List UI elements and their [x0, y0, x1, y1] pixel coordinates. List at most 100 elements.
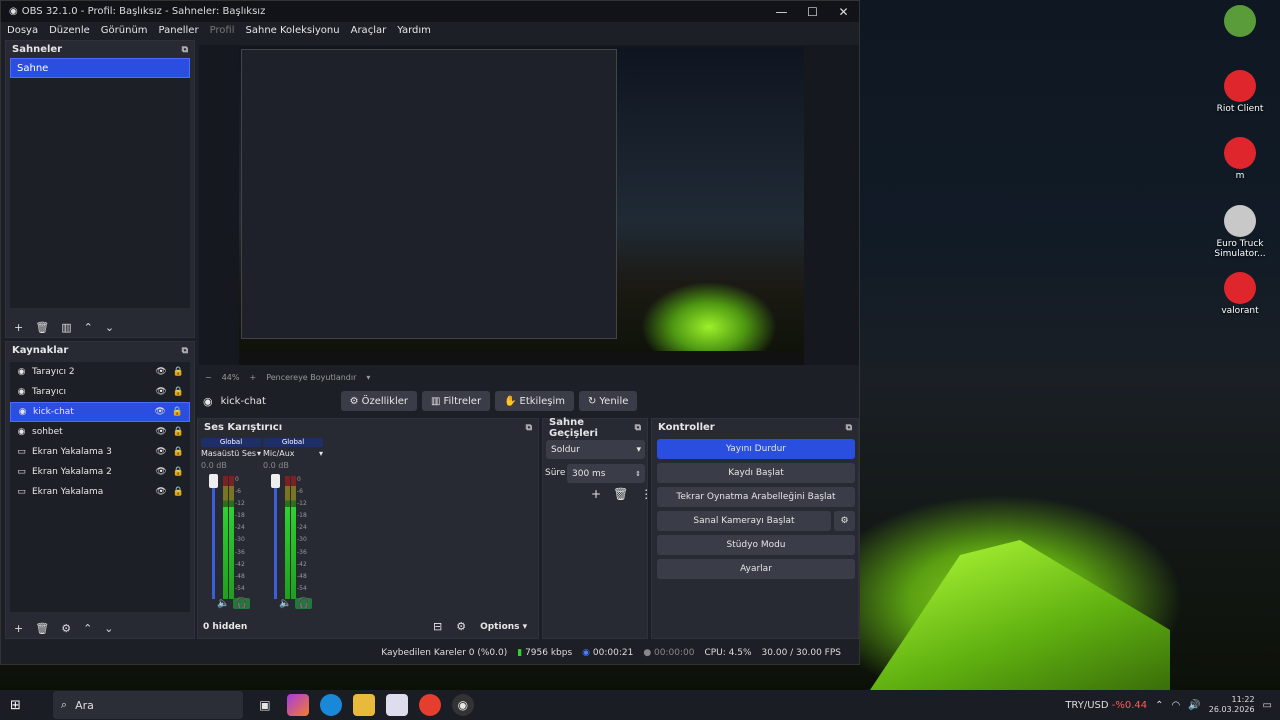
start-replay-buffer-button[interactable]: Tekrar Oynatma Arabelleğini Başlat: [657, 487, 855, 507]
menu-view[interactable]: Görünüm: [101, 25, 148, 36]
copilot-icon[interactable]: [286, 694, 309, 716]
source-item[interactable]: ◉ kick-chat 👁 🔒: [10, 402, 190, 422]
trash-icon[interactable]: 🗑: [613, 487, 628, 501]
lock-icon[interactable]: 🔒: [173, 427, 184, 437]
speaker-icon[interactable]: 🔈: [279, 598, 291, 609]
explorer-icon[interactable]: [352, 694, 375, 716]
start-virtual-camera-button[interactable]: Sanal Kamerayı Başlat: [657, 511, 831, 531]
volume-slider[interactable]: [274, 476, 277, 599]
float-icon[interactable]: ⧉: [182, 45, 188, 55]
volume-knob[interactable]: [209, 474, 218, 488]
volume-icon[interactable]: 🔊: [1188, 700, 1200, 711]
volume-knob[interactable]: [271, 474, 280, 488]
eye-icon[interactable]: 👁: [155, 487, 166, 497]
eye-icon[interactable]: 👁: [155, 387, 166, 397]
add-icon[interactable]: +: [591, 487, 601, 501]
down-icon[interactable]: ⌄: [104, 622, 113, 635]
properties-button[interactable]: ⚙ Özellikler: [340, 391, 418, 411]
preview-canvas[interactable]: [199, 45, 859, 365]
source-item[interactable]: ▭ Ekran Yakalama 👁 🔒: [10, 482, 190, 502]
desktop-icon[interactable]: m: [1205, 137, 1275, 181]
wifi-icon[interactable]: ◠: [1172, 700, 1181, 711]
eye-icon[interactable]: 👁: [155, 447, 166, 457]
source-item[interactable]: ▭ Ekran Yakalama 3 👁 🔒: [10, 442, 190, 462]
lock-icon[interactable]: 🔒: [173, 487, 184, 497]
source-item[interactable]: ▭ Ekran Yakalama 2 👁 🔒: [10, 462, 190, 482]
headphones-icon[interactable]: 🎧: [233, 598, 250, 609]
filter-icon[interactable]: ▥: [61, 321, 71, 334]
task-view-icon[interactable]: ▣: [254, 694, 276, 716]
notification-icon[interactable]: ▭: [1263, 700, 1272, 711]
settings-button[interactable]: Ayarlar: [657, 559, 855, 579]
chevron-down-icon[interactable]: ▾: [366, 373, 370, 382]
source-item[interactable]: ◉ sohbet 👁 🔒: [10, 422, 190, 442]
currency-widget[interactable]: TRY/USD -%0.44: [1065, 700, 1147, 711]
scene-item[interactable]: Sahne: [10, 58, 190, 78]
trash-icon[interactable]: 🗑: [35, 622, 49, 635]
float-icon[interactable]: ⧉: [182, 346, 188, 356]
spin-arrows-icon[interactable]: ⇕: [635, 470, 641, 478]
down-icon[interactable]: ⌄: [105, 321, 114, 334]
windows-start-icon[interactable]: ⊞: [10, 698, 21, 713]
add-icon[interactable]: +: [14, 321, 23, 334]
menu-docks[interactable]: Paneller: [159, 25, 199, 36]
menu-edit[interactable]: Düzenle: [49, 25, 90, 36]
source-item[interactable]: ◉ Tarayıcı 2 👁 🔒: [10, 362, 190, 382]
channel-name-row[interactable]: Masaüstü Ses ▾: [201, 449, 261, 458]
desktop-icon[interactable]: Euro Truck Simulator...: [1205, 205, 1275, 259]
float-icon[interactable]: ⧉: [526, 423, 532, 433]
lock-icon[interactable]: 🔒: [172, 407, 183, 417]
maximize-button[interactable]: ☐: [797, 5, 828, 19]
up-icon[interactable]: ⌃: [84, 321, 93, 334]
layout-icon[interactable]: ⊟: [433, 620, 442, 633]
lock-icon[interactable]: 🔒: [173, 447, 184, 457]
desktop-icon[interactable]: Riot Client: [1205, 70, 1275, 114]
interact-button[interactable]: ✋ Etkileşim: [495, 391, 574, 411]
chrome-icon[interactable]: [418, 694, 441, 716]
minimize-button[interactable]: —: [766, 5, 797, 19]
menu-tools[interactable]: Araçlar: [351, 25, 387, 36]
mixer-settings-icon[interactable]: ⚙: [456, 620, 466, 633]
taskbar-search[interactable]: ⌕ Ara: [52, 691, 243, 719]
desktop-icon[interactable]: [1205, 5, 1275, 39]
eye-icon[interactable]: 👁: [155, 467, 166, 477]
add-icon[interactable]: +: [14, 622, 23, 635]
eye-icon[interactable]: 👁: [155, 427, 166, 437]
headphones-icon[interactable]: 🎧: [295, 598, 312, 609]
filters-button[interactable]: ▥ Filtreler: [422, 391, 491, 411]
zoom-out-icon[interactable]: −: [205, 373, 212, 382]
menu-help[interactable]: Yardım: [397, 25, 431, 36]
lock-icon[interactable]: 🔒: [173, 387, 184, 397]
options-button[interactable]: Options ▾: [480, 622, 527, 632]
stop-streaming-button[interactable]: Yayını Durdur: [657, 439, 855, 459]
fit-label[interactable]: Pencereye Boyutlandır: [266, 373, 356, 382]
menu-file[interactable]: Dosya: [7, 25, 38, 36]
source-item[interactable]: ◉ Tarayıcı 👁 🔒: [10, 382, 190, 402]
refresh-button[interactable]: ↻ Yenile: [579, 391, 638, 411]
eye-icon[interactable]: 👁: [154, 407, 165, 417]
zoom-in-icon[interactable]: +: [249, 373, 256, 382]
float-icon[interactable]: ⧉: [635, 423, 641, 433]
menu-scene-collection[interactable]: Sahne Koleksiyonu: [246, 25, 340, 36]
desktop-icon[interactable]: valorant: [1205, 272, 1275, 316]
start-recording-button[interactable]: Kaydı Başlat: [657, 463, 855, 483]
gear-icon[interactable]: ⚙: [61, 622, 71, 635]
lock-icon[interactable]: 🔒: [173, 367, 184, 377]
up-icon[interactable]: ⌃: [83, 622, 92, 635]
volume-slider[interactable]: [212, 476, 215, 599]
eye-icon[interactable]: 👁: [155, 367, 166, 377]
duration-spinbox[interactable]: 300 ms ⇕: [567, 464, 645, 483]
speaker-icon[interactable]: 🔈: [217, 598, 229, 609]
obs-taskbar-icon[interactable]: ◉: [451, 694, 474, 716]
menu-profile[interactable]: Profil: [210, 25, 235, 36]
studio-mode-button[interactable]: Stüdyo Modu: [657, 535, 855, 555]
virtual-camera-settings-button[interactable]: ⚙: [834, 511, 855, 531]
trash-icon[interactable]: 🗑: [35, 321, 49, 334]
channel-name-row[interactable]: Mic/Aux ▾: [263, 449, 323, 458]
edge-icon[interactable]: [319, 694, 342, 716]
store-icon[interactable]: [385, 694, 408, 716]
close-button[interactable]: ✕: [828, 5, 859, 19]
transition-select[interactable]: Soldur ▾: [546, 440, 645, 459]
chevron-up-icon[interactable]: ⌃: [1155, 700, 1163, 711]
lock-icon[interactable]: 🔒: [173, 467, 184, 477]
